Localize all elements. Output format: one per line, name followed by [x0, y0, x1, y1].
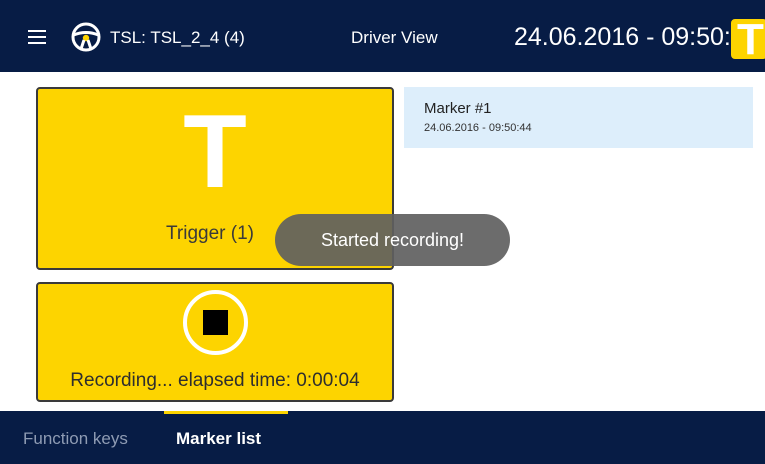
tab-function-keys[interactable]: Function keys: [23, 411, 128, 464]
current-datetime: 24.06.2016 - 09:50:46: [514, 23, 759, 51]
logo-letter: T: [737, 15, 764, 64]
marker-list-item[interactable]: Marker #1 24.06.2016 - 09:50:44: [404, 87, 753, 148]
stop-square: [203, 310, 228, 335]
stop-icon: [183, 290, 248, 355]
trigger-letter: T: [183, 94, 247, 210]
steering-wheel-icon: [71, 22, 101, 52]
app-logo: T: [729, 15, 765, 64]
top-app-bar: TSL: TSL_2_4 (4) Driver View 24.06.2016 …: [0, 0, 765, 72]
marker-name: Marker #1: [424, 100, 492, 117]
tab-marker-list[interactable]: Marker list: [176, 411, 261, 464]
toast-message: Started recording!: [275, 214, 510, 266]
recording-stop-button[interactable]: Recording... elapsed time: 0:00:04: [36, 282, 394, 402]
menu-icon[interactable]: [28, 30, 46, 44]
recording-elapsed-label: Recording... elapsed time: 0:00:04: [70, 370, 360, 391]
driver-view-app: TSL: TSL_2_4 (4) Driver View 24.06.2016 …: [0, 0, 765, 464]
view-title: Driver View: [351, 28, 438, 47]
marker-timestamp: 24.06.2016 - 09:50:44: [424, 122, 532, 134]
bottom-tab-bar: Function keys Marker list: [0, 411, 765, 464]
session-label: TSL: TSL_2_4 (4): [110, 28, 245, 47]
trigger-label: Trigger (1): [166, 223, 254, 244]
